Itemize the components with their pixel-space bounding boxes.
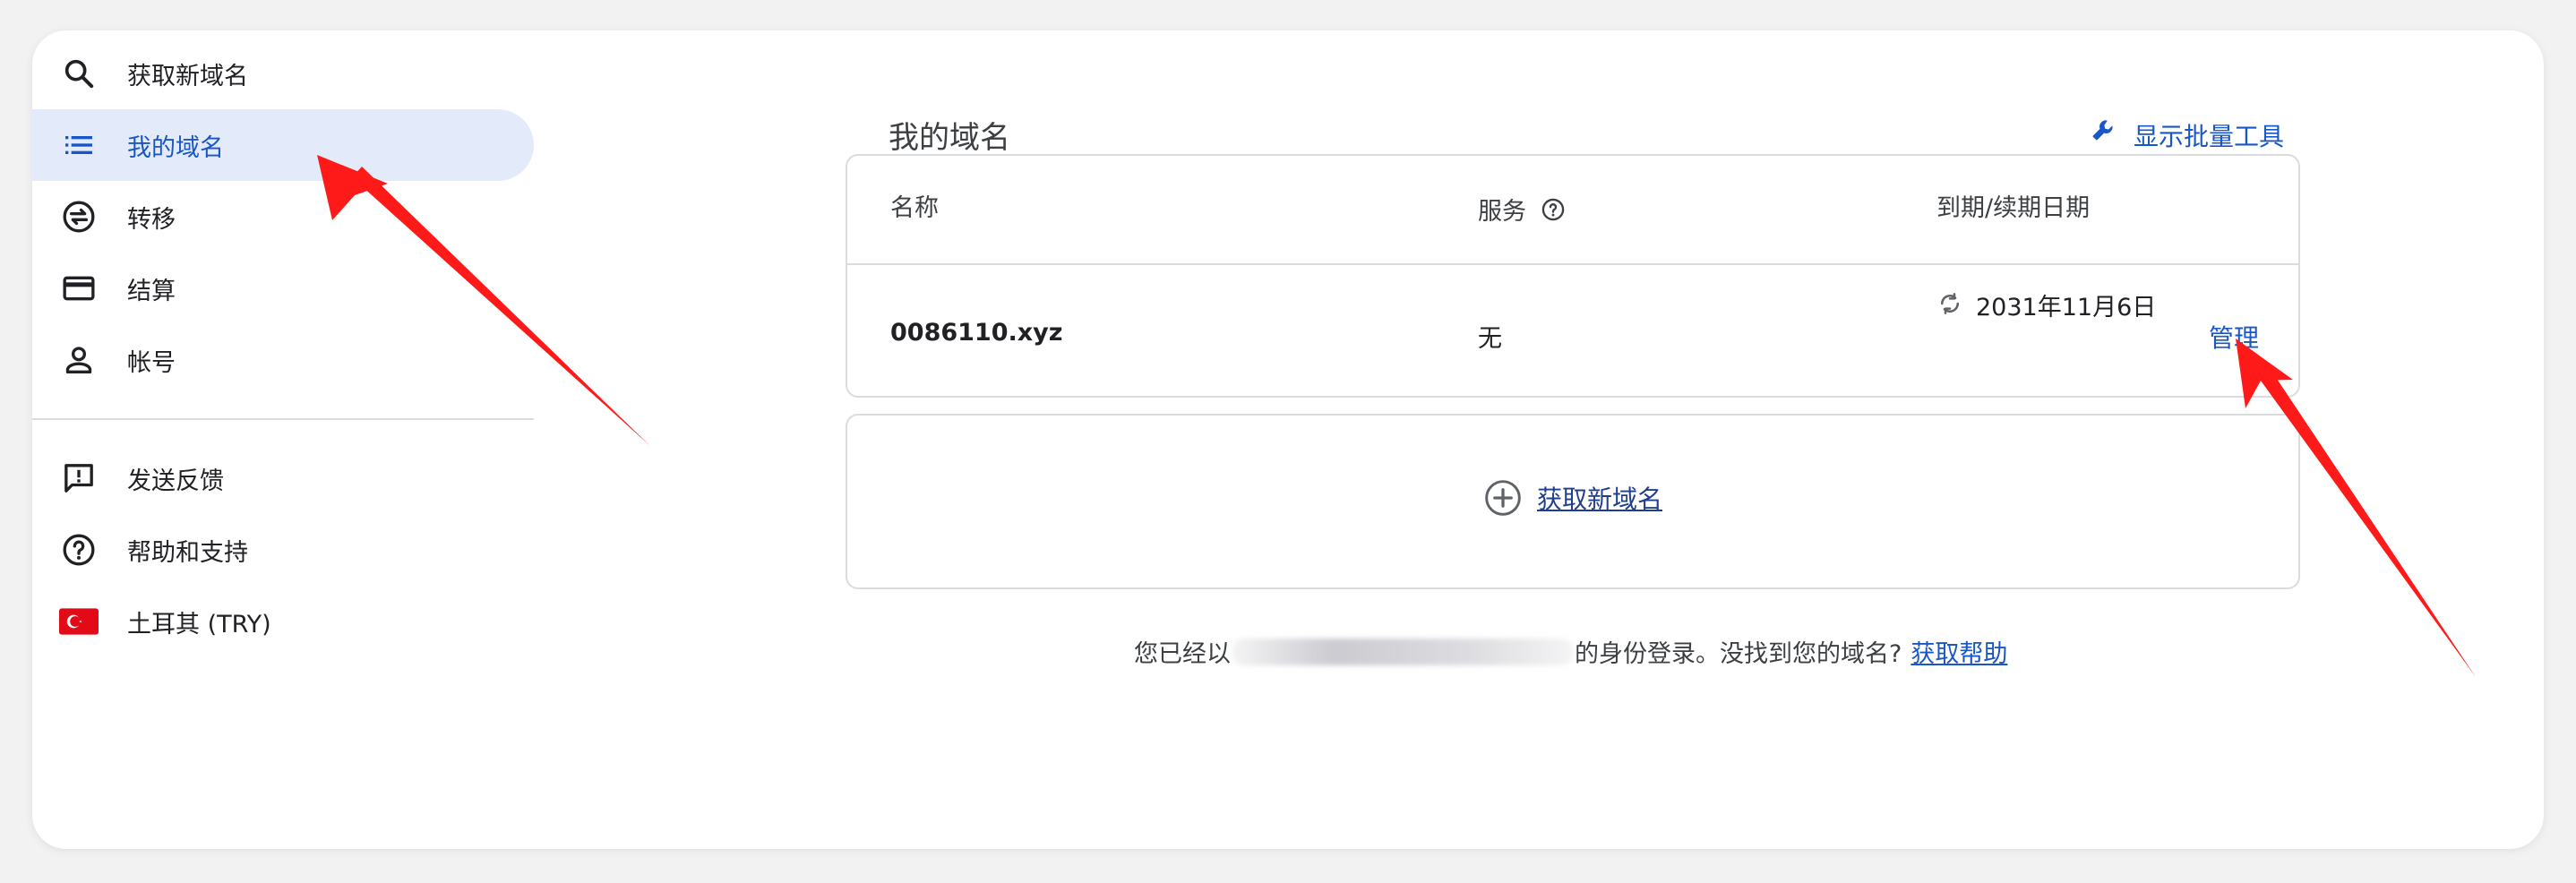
- annotation-arrows: [317, 155, 2476, 677]
- arrow-to-my-domains: [317, 155, 650, 446]
- arrow-to-manage: [2236, 339, 2476, 677]
